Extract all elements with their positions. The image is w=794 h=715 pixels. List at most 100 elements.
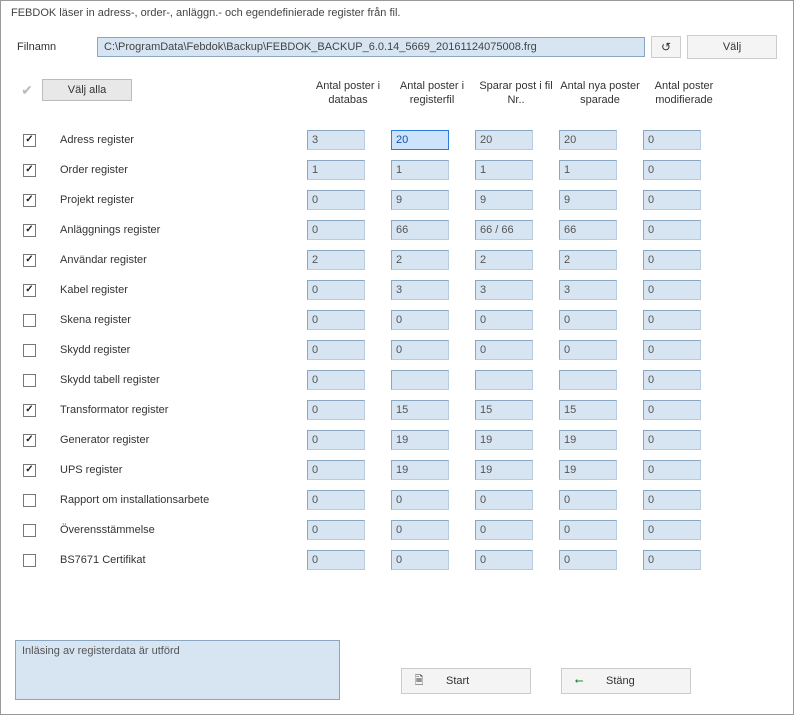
cell[interactable]: 20 [559,130,617,150]
cell[interactable]: 1 [307,160,365,180]
cell[interactable]: 0 [643,550,701,570]
cell[interactable]: 0 [391,340,449,360]
cell[interactable]: 0 [643,130,701,150]
cell[interactable]: 15 [475,400,533,420]
cell[interactable]: 0 [307,190,365,210]
cell[interactable]: 0 [559,490,617,510]
cell[interactable]: 0 [559,520,617,540]
cell[interactable]: 0 [643,190,701,210]
cell[interactable]: 0 [643,370,701,390]
row-checkbox[interactable] [23,194,36,207]
cell[interactable]: 0 [307,430,365,450]
cell[interactable]: 0 [475,490,533,510]
cell[interactable]: 9 [559,190,617,210]
cell[interactable]: 0 [475,520,533,540]
row-check [17,434,42,447]
row-checkbox[interactable] [23,224,36,237]
cell[interactable]: 0 [307,370,365,390]
cell[interactable]: 0 [643,340,701,360]
cell[interactable]: 0 [307,520,365,540]
cell[interactable]: 2 [307,250,365,270]
cell[interactable]: 0 [307,220,365,240]
cell[interactable]: 0 [643,250,701,270]
cell[interactable]: 19 [391,430,449,450]
cell[interactable]: 0 [559,310,617,330]
row-checkbox[interactable] [23,494,36,507]
close-button[interactable]: ⭠ Stäng [561,668,691,694]
cell[interactable]: 0 [307,490,365,510]
cell[interactable]: 0 [643,280,701,300]
row-checkbox[interactable] [23,134,36,147]
cell[interactable]: 9 [475,190,533,210]
cell[interactable]: 1 [391,160,449,180]
file-label: Filnamn [17,41,97,53]
cell[interactable]: 19 [559,430,617,450]
cell[interactable]: 0 [475,340,533,360]
cell[interactable]: 1 [475,160,533,180]
cell[interactable]: 0 [643,310,701,330]
cell[interactable]: 66 / 66 [475,220,533,240]
row-checkbox[interactable] [23,464,36,477]
row-checkbox[interactable] [23,344,36,357]
cell[interactable]: 0 [643,220,701,240]
cell[interactable]: 0 [391,520,449,540]
cell[interactable]: 0 [643,400,701,420]
cell[interactable] [559,370,617,390]
row-checkbox[interactable] [23,254,36,267]
refresh-icon-button[interactable]: ↺ [651,36,681,58]
cell[interactable]: 1 [559,160,617,180]
cell[interactable]: 20 [475,130,533,150]
cell[interactable]: 0 [391,310,449,330]
cell[interactable]: 0 [307,460,365,480]
cell[interactable]: 3 [559,280,617,300]
cell[interactable]: 3 [391,280,449,300]
cell[interactable]: 19 [475,460,533,480]
cell[interactable]: 0 [643,490,701,510]
cell[interactable]: 66 [559,220,617,240]
cell[interactable]: 0 [307,310,365,330]
cell[interactable]: 2 [391,250,449,270]
cell[interactable]: 0 [391,550,449,570]
cell[interactable]: 15 [559,400,617,420]
cell[interactable]: 19 [475,430,533,450]
row-checkbox[interactable] [23,524,36,537]
cell[interactable]: 0 [475,310,533,330]
cell[interactable]: 0 [643,520,701,540]
cell[interactable]: 0 [643,430,701,450]
cell[interactable]: 0 [307,340,365,360]
row-cells: 0 0 0 0 0 [307,520,727,540]
file-path-input[interactable]: C:\ProgramData\Febdok\Backup\FEBDOK_BACK… [97,37,645,57]
cell[interactable]: 0 [559,340,617,360]
cell[interactable]: 0 [475,550,533,570]
cell[interactable]: 0 [643,460,701,480]
cell[interactable]: 2 [475,250,533,270]
cell[interactable]: 3 [307,130,365,150]
row-checkbox[interactable] [23,164,36,177]
cell[interactable]: 19 [559,460,617,480]
row-label: Anläggnings register [42,224,307,236]
choose-file-button[interactable]: Välj [687,35,777,59]
cell[interactable]: 15 [391,400,449,420]
row-checkbox[interactable] [23,314,36,327]
row-checkbox[interactable] [23,554,36,567]
cell[interactable]: 9 [391,190,449,210]
cell[interactable]: 0 [307,550,365,570]
cell[interactable]: 19 [391,460,449,480]
cell[interactable]: 2 [559,250,617,270]
cell[interactable]: 66 [391,220,449,240]
cell[interactable] [475,370,533,390]
row-checkbox[interactable] [23,284,36,297]
cell[interactable]: 0 [643,160,701,180]
cell[interactable] [391,370,449,390]
cell[interactable]: 3 [475,280,533,300]
row-checkbox[interactable] [23,404,36,417]
row-checkbox[interactable] [23,434,36,447]
cell[interactable]: 0 [307,400,365,420]
select-all-button[interactable]: Välj alla [42,79,132,101]
row-checkbox[interactable] [23,374,36,387]
start-button[interactable]: 🗎 Start [401,668,531,694]
cell[interactable]: 20 [391,130,449,150]
cell[interactable]: 0 [559,550,617,570]
cell[interactable]: 0 [391,490,449,510]
cell[interactable]: 0 [307,280,365,300]
